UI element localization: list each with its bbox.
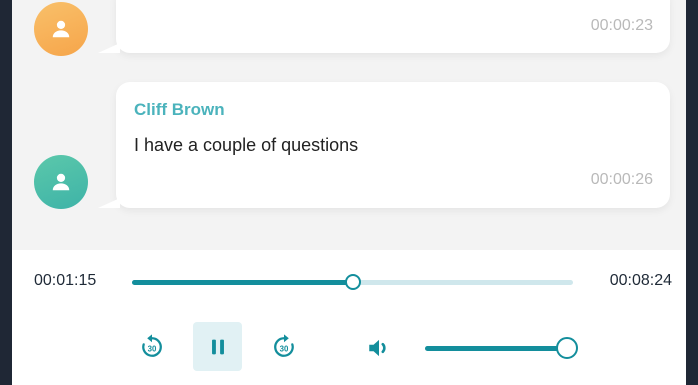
user-icon: [52, 20, 70, 38]
progress-fill: [132, 280, 353, 285]
message-sender: Cliff Brown: [134, 100, 225, 119]
user-icon: [52, 173, 70, 191]
forward-30-button[interactable]: 30: [266, 329, 302, 365]
message-time: 00:00:23: [590, 17, 653, 34]
volume-slider[interactable]: [425, 337, 578, 359]
message-time: 00:00:26: [590, 171, 653, 188]
rewind-30-icon: 30: [142, 334, 162, 357]
current-time: 00:01:15: [34, 272, 97, 289]
volume-button[interactable]: [364, 334, 394, 362]
total-duration: 00:08:24: [609, 272, 672, 289]
message-text: I have a couple of questions: [134, 135, 359, 155]
volume-fill: [425, 346, 567, 351]
chat-player-card: 00:00:23 Cliff Brown I have a couple of …: [12, 0, 686, 385]
rewind-30-button[interactable]: 30: [134, 329, 170, 365]
bubble-tail: [98, 198, 120, 208]
volume-thumb[interactable]: [556, 337, 578, 359]
pause-button[interactable]: [193, 322, 242, 371]
rewind-label: 30: [148, 344, 157, 353]
message-bubble: 00:00:23: [116, 0, 670, 53]
progress-thumb[interactable]: [344, 274, 361, 290]
avatar-user-teal: [34, 155, 88, 209]
audio-player: 00:01:15 00:08:24 30 30: [12, 250, 686, 385]
forward-30-icon: 30: [274, 334, 294, 357]
progress-slider[interactable]: [132, 274, 573, 290]
forward-label: 30: [280, 344, 289, 353]
chat-transcript: 00:00:23 Cliff Brown I have a couple of …: [12, 0, 686, 250]
volume-icon: [369, 339, 386, 357]
pause-icon: [211, 339, 224, 354]
message-bubble: Cliff Brown I have a couple of questions…: [116, 82, 670, 208]
avatar-user-orange: [34, 2, 88, 56]
bubble-tail: [98, 43, 120, 53]
